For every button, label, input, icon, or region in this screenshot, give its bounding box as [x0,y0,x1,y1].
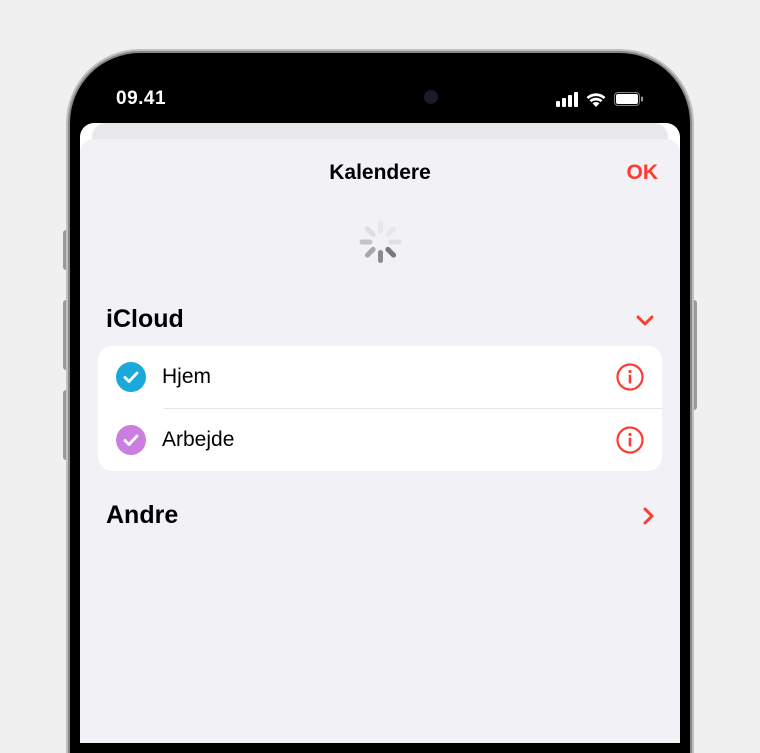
phone-screen: 09.41 [80,63,680,743]
calendars-sheet: Kalendere OK iClo [80,139,680,743]
calendar-list: Hjem Arbejde [98,346,662,471]
cellular-signal-icon [556,92,578,107]
section-header-andre[interactable]: Andre [80,471,680,542]
battery-icon [614,92,644,106]
chevron-right-icon [642,507,654,525]
info-icon[interactable] [616,426,644,454]
section-title: iCloud [106,305,184,334]
calendar-label: Hjem [162,365,600,389]
sheet-title: Kalendere [329,161,431,184]
ok-button[interactable]: OK [627,161,659,185]
phone-frame: 09.41 [70,53,690,753]
status-bar: 09.41 [80,63,680,123]
status-time: 09.41 [116,88,166,110]
calendar-row-arbejde[interactable]: Arbejde [98,409,662,471]
dynamic-island [310,79,450,115]
loading-spinner-icon [359,221,401,263]
front-camera-icon [424,90,438,104]
section-header-icloud[interactable]: iCloud [80,303,680,346]
status-indicators [556,91,644,107]
chevron-down-icon [636,314,654,326]
calendar-row-hjem[interactable]: Hjem [98,346,662,408]
info-icon[interactable] [616,363,644,391]
section-title: Andre [106,501,178,530]
checkmark-icon [116,425,146,455]
calendar-label: Arbejde [162,428,600,452]
checkmark-icon [116,362,146,392]
wifi-icon [585,91,607,107]
sheet-header: Kalendere OK [80,161,680,195]
